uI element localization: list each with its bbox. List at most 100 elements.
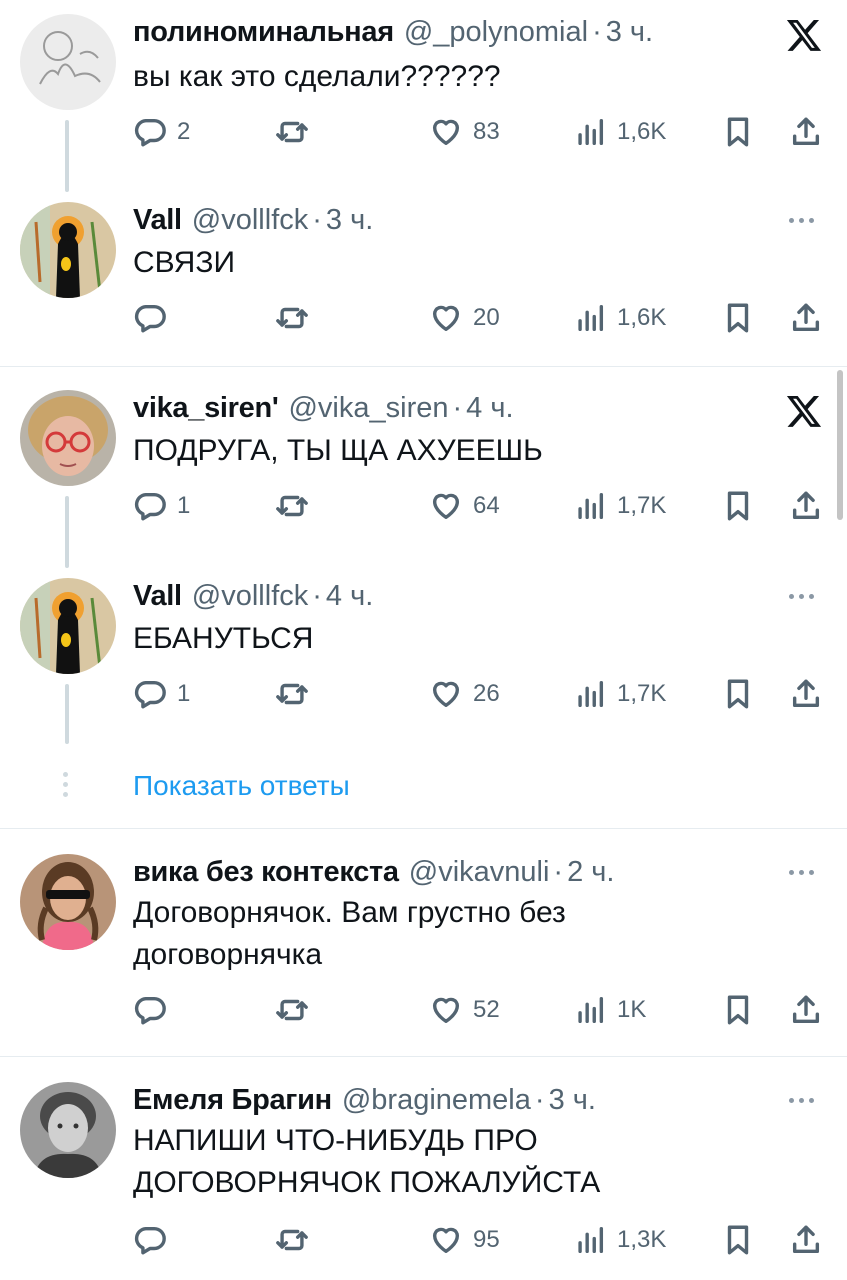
- share-button[interactable]: [789, 1220, 823, 1260]
- tweet-header: вика без контекста @vikavnuli · 2 ч.: [133, 854, 614, 890]
- heart-icon: [432, 997, 460, 1024]
- reply-count: 2: [177, 118, 191, 145]
- share-icon: [792, 117, 820, 146]
- like-button[interactable]: 52: [429, 990, 500, 1030]
- like-button[interactable]: 64: [429, 486, 500, 526]
- display-name[interactable]: Vall: [133, 578, 182, 614]
- retweet-button[interactable]: [275, 112, 319, 152]
- user-handle[interactable]: @vikavnuli: [409, 854, 550, 890]
- share-button[interactable]: [789, 486, 823, 526]
- more-options-icon[interactable]: [789, 862, 823, 882]
- tweet-text: СВЯЗИ: [133, 246, 236, 279]
- avatar-image: [20, 578, 116, 674]
- tweet[interactable]: Емеля Брагин @braginemela · 3 ч. НАПИШИ …: [0, 1082, 847, 1272]
- share-icon: [792, 679, 820, 708]
- tweet-actions: 20 1,6K: [133, 298, 833, 338]
- user-handle[interactable]: @vika_siren: [288, 390, 448, 426]
- views-icon: [578, 1226, 604, 1254]
- avatar[interactable]: [20, 202, 116, 298]
- bookmark-button[interactable]: [721, 298, 755, 338]
- avatar-image: [20, 854, 116, 950]
- bookmark-button[interactable]: [721, 674, 755, 714]
- timestamp[interactable]: 4 ч.: [326, 578, 373, 614]
- scrollbar[interactable]: [837, 370, 843, 520]
- views-button[interactable]: 1,7K: [573, 674, 666, 714]
- avatar[interactable]: [20, 578, 116, 674]
- like-count: 64: [473, 492, 500, 519]
- reply-button[interactable]: 1: [133, 674, 190, 714]
- timestamp[interactable]: 2 ч.: [567, 854, 614, 890]
- retweet-button[interactable]: [275, 990, 319, 1030]
- share-icon: [792, 303, 820, 332]
- more-options-icon[interactable]: [789, 1090, 823, 1110]
- retweet-button[interactable]: [275, 1220, 319, 1260]
- avatar[interactable]: [20, 14, 116, 110]
- more-options-icon[interactable]: [789, 586, 823, 606]
- reply-button[interactable]: 2: [133, 112, 190, 152]
- tweet[interactable]: полиноминальная @_polynomial · 3 ч. вы к…: [0, 14, 847, 192]
- tweet-header: Емеля Брагин @braginemela · 3 ч.: [133, 1082, 596, 1118]
- bookmark-button[interactable]: [721, 1220, 755, 1260]
- like-button[interactable]: 20: [429, 298, 500, 338]
- bookmark-button[interactable]: [721, 486, 755, 526]
- display-name[interactable]: Емеля Брагин: [133, 1082, 332, 1118]
- share-button[interactable]: [789, 990, 823, 1030]
- tweet-text: Договорнячок. Вам грустно без договорняч…: [133, 892, 813, 976]
- tweet[interactable]: вика без контекста @vikavnuli · 2 ч. Дог…: [0, 854, 847, 1044]
- heart-icon: [432, 1227, 460, 1254]
- reply-button[interactable]: 1: [133, 486, 190, 526]
- views-button[interactable]: 1,3K: [573, 1220, 666, 1260]
- avatar[interactable]: [20, 390, 116, 486]
- user-handle[interactable]: @braginemela: [342, 1082, 531, 1118]
- heart-icon: [432, 681, 460, 708]
- views-button[interactable]: 1,7K: [573, 486, 666, 526]
- views-button[interactable]: 1,6K: [573, 112, 666, 152]
- display-name[interactable]: vika_siren': [133, 390, 279, 426]
- reply-button[interactable]: [133, 990, 177, 1030]
- avatar[interactable]: [20, 854, 116, 950]
- bookmark-button[interactable]: [721, 112, 755, 152]
- user-handle[interactable]: @volllfck: [192, 202, 308, 238]
- display-name[interactable]: полиноминальная: [133, 14, 394, 50]
- share-button[interactable]: [789, 674, 823, 714]
- views-button[interactable]: 1K: [573, 990, 646, 1030]
- reply-icon: [134, 304, 166, 333]
- timestamp[interactable]: 3 ч.: [606, 14, 653, 50]
- timestamp[interactable]: 4 ч.: [466, 390, 513, 426]
- more-options-icon[interactable]: [789, 210, 823, 230]
- share-icon: [792, 995, 820, 1024]
- timestamp[interactable]: 3 ч.: [549, 1082, 596, 1118]
- share-button[interactable]: [789, 298, 823, 338]
- views-button[interactable]: 1,6K: [573, 298, 666, 338]
- tweet-actions: 95 1,3K: [133, 1220, 833, 1260]
- retweet-button[interactable]: [275, 298, 319, 338]
- show-replies-link[interactable]: Показать ответы: [133, 770, 350, 802]
- like-button[interactable]: 95: [429, 1220, 500, 1260]
- timestamp[interactable]: 3 ч.: [326, 202, 373, 238]
- share-icon: [792, 1225, 820, 1254]
- tweet[interactable]: Vall @volllfck · 3 ч. СВЯЗИ 20 1,6K: [0, 202, 847, 364]
- like-button[interactable]: 26: [429, 674, 500, 714]
- share-button[interactable]: [789, 112, 823, 152]
- tweet[interactable]: Vall @volllfck · 4 ч. ЕБАНУТЬСЯ 1 26 1,7…: [0, 578, 847, 748]
- tweet-text: НАПИШИ ЧТО-НИБУДЬ ПРО ДОГОВОРНЯЧОК ПОЖАЛ…: [133, 1120, 813, 1204]
- like-count: 95: [473, 1226, 500, 1253]
- avatar[interactable]: [20, 1082, 116, 1178]
- view-count: 1,6K: [617, 304, 667, 331]
- display-name[interactable]: Vall: [133, 202, 182, 238]
- reply-button[interactable]: [133, 298, 177, 338]
- view-count: 1K: [617, 996, 647, 1023]
- avatar-image: [20, 1082, 116, 1178]
- tweet[interactable]: vika_siren' @vika_siren · 4 ч. ПОДРУГА, …: [0, 390, 847, 568]
- retweet-button[interactable]: [275, 674, 319, 714]
- reply-count: 1: [177, 680, 191, 707]
- bookmark-icon: [727, 303, 749, 333]
- bookmark-button[interactable]: [721, 990, 755, 1030]
- like-button[interactable]: 83: [429, 112, 500, 152]
- display-name[interactable]: вика без контекста: [133, 854, 399, 890]
- reply-button[interactable]: [133, 1220, 177, 1260]
- retweet-button[interactable]: [275, 486, 319, 526]
- user-handle[interactable]: @volllfck: [192, 578, 308, 614]
- divider: [0, 366, 847, 367]
- user-handle[interactable]: @_polynomial: [404, 14, 588, 50]
